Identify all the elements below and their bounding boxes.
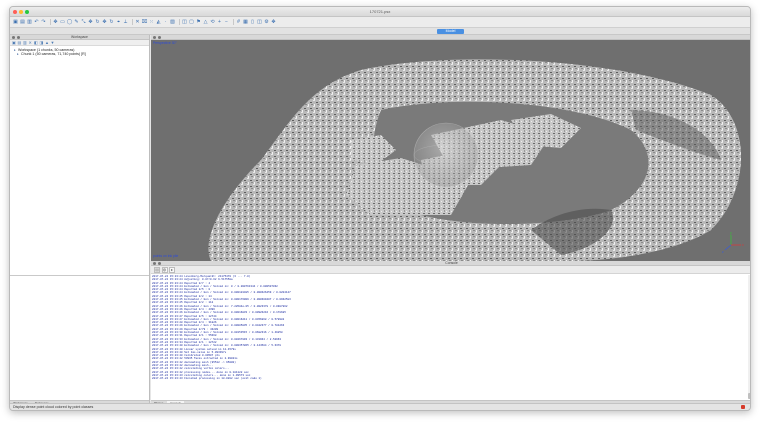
resize-region-icon[interactable]: ⤡ — [81, 19, 86, 25]
tree-item-label: Chunk 1 (50 cameras, 71,740 points) [R] — [21, 52, 86, 56]
open-icon[interactable]: ▤ — [20, 19, 25, 25]
zoom-out-icon[interactable]: − — [224, 19, 229, 25]
ruler-icon[interactable]: ⟂ — [123, 19, 128, 25]
points-label: points on ink pile — [153, 254, 179, 258]
toolbar-separator — [233, 19, 234, 25]
float-pane-icon[interactable] — [158, 36, 161, 39]
workspace-title: Workspace — [71, 35, 88, 39]
main-toolbar: ▣ ▤ ▥ ↶ ↷ ✥ ▭ ◯ ✎ ⤡ ✥ ↻ ✥ ↻ ⌖ ⟂ ✕ ⌧ ⁙ ◭ · ▧ ◫ ▢ ⚑ △ ⟲ + − # ▦ ▯ ◫ ⚙ ✥ — [10, 17, 750, 28]
new-project-icon[interactable]: ▣ — [13, 19, 18, 25]
add-folder-icon[interactable]: ▥ — [23, 40, 27, 45]
move-down-icon[interactable]: ▼ — [51, 40, 55, 45]
perspective-label: Perspective 30° — [153, 41, 177, 45]
rotate-region-icon[interactable]: ↻ — [95, 19, 100, 25]
settings-icon[interactable]: ⚙ — [264, 19, 269, 25]
app-window: 170721.psx ▣ ▤ ▥ ↶ ↷ ✥ ▭ ◯ ✎ ⤡ ✥ ↻ ✥ ↻ ⌖ ⟂ ✕ ⌧ ⁙ ◭ · ▧ ◫ ▢ ⚑ △ ⟲ + −… — [9, 6, 751, 411]
console-title: Console — [445, 261, 458, 265]
textured-model-icon[interactable]: ▧ — [170, 19, 175, 25]
undo-icon[interactable]: ↶ — [34, 19, 39, 25]
move-camera-icon[interactable]: ⌖ — [116, 19, 121, 25]
toolbar-separator — [50, 19, 51, 25]
move-icon[interactable]: ✥ — [271, 19, 276, 25]
window-title: 170721.psx — [369, 9, 391, 14]
save-log-button[interactable]: ▤ — [154, 266, 160, 273]
close-pane-icon[interactable] — [153, 262, 156, 265]
run-script-button[interactable]: ▸ — [169, 266, 175, 273]
status-indicator-icon — [741, 405, 745, 409]
region-sphere[interactable] — [413, 122, 479, 188]
status-text: Display dense point cloud colored by poi… — [13, 405, 94, 409]
disable-icon[interactable]: ◨ — [40, 40, 44, 45]
add-photos-icon[interactable]: ▤ — [18, 40, 22, 45]
tree-item-chunk[interactable]: ▸ Chunk 1 (50 cameras, 71,740 points) [R] — [17, 52, 86, 56]
axis-y-label: y — [730, 231, 732, 235]
title-bar: 170721.psx — [10, 7, 750, 17]
workspace-pane: Workspace ▣ ▤ ▥ ✕ ◧ ◨ ▲ ▼ ▸ Workspace (1 … — [10, 35, 150, 405]
view-tab-bar: Model — [10, 28, 750, 35]
show-region-icon[interactable]: ▢ — [189, 19, 194, 25]
status-bar: Display dense point cloud colored by poi… — [10, 403, 750, 410]
save-icon[interactable]: ▥ — [27, 19, 32, 25]
console-scroll-thumb[interactable] — [748, 393, 750, 399]
remove-item-icon[interactable]: ✕ — [29, 40, 33, 45]
add-chunk-icon[interactable]: ▣ — [12, 40, 16, 45]
point-cloud-icon[interactable]: · — [163, 19, 168, 25]
move-region-icon[interactable]: ✥ — [88, 19, 93, 25]
grid-icon[interactable]: # — [236, 19, 241, 25]
console-scrollbar[interactable] — [748, 275, 750, 399]
float-pane-icon[interactable] — [158, 262, 161, 265]
float-pane-icon[interactable] — [17, 36, 20, 39]
move-up-icon[interactable]: ▲ — [45, 40, 49, 45]
point-cloud-render[interactable]: y x z — [151, 40, 751, 261]
rotate-object-icon[interactable]: ↻ — [109, 19, 114, 25]
model-pane: y x z Perspective 30° points on ink pile — [151, 35, 751, 261]
orthographic-icon[interactable]: ▯ — [250, 19, 255, 25]
bounding-box-icon[interactable]: ▦ — [243, 19, 248, 25]
enable-icon[interactable]: ◧ — [34, 40, 38, 45]
console-pane: Console ▤ ◍ ▸ 2017-07-24 15:23:24 Levenb… — [151, 261, 750, 405]
move-object-icon[interactable]: ✥ — [102, 19, 107, 25]
show-markers-icon[interactable]: ⚑ — [196, 19, 201, 25]
split-view-icon[interactable]: ◫ — [257, 19, 262, 25]
reset-view-icon[interactable]: ⟲ — [210, 19, 215, 25]
dense-cloud-icon[interactable]: ⁙ — [149, 19, 154, 25]
axis-x-label: x — [742, 243, 744, 247]
workspace-toolbar: ▣ ▤ ▥ ✕ ◧ ◨ ▲ ▼ — [10, 40, 149, 46]
show-shapes-icon[interactable]: △ — [203, 19, 208, 25]
free-form-selection-icon[interactable]: ✎ — [74, 19, 79, 25]
console-log[interactable]: 2017-07-24 15:23:24 Levenberg-Marquardt:… — [152, 275, 746, 399]
toolbar-separator — [132, 19, 133, 25]
rectangle-selection-icon[interactable]: ▭ — [60, 19, 65, 25]
zoom-in-icon[interactable]: + — [217, 19, 222, 25]
delete-selection-icon[interactable]: ✕ — [135, 19, 140, 25]
toolbar-separator — [179, 19, 180, 25]
mesh-icon[interactable]: ◭ — [156, 19, 161, 25]
close-pane-icon[interactable] — [12, 36, 15, 39]
crop-selection-icon[interactable]: ⌧ — [142, 19, 148, 25]
workspace-bottom-panel — [10, 275, 149, 405]
model-viewport[interactable]: y x z Perspective 30° points on ink pile — [151, 40, 751, 261]
navigation-icon[interactable]: ✥ — [53, 19, 58, 25]
console-toolbar: ▤ ◍ ▸ — [151, 266, 750, 274]
clear-log-button[interactable]: ◍ — [161, 266, 168, 273]
circle-selection-icon[interactable]: ◯ — [67, 19, 73, 25]
log-line: 2017-07-24 15:23:43 Finished processing … — [152, 377, 262, 381]
show-cameras-icon[interactable]: ◫ — [182, 19, 187, 25]
axis-z-label: z — [722, 250, 724, 254]
redo-icon[interactable]: ↷ — [41, 19, 46, 25]
tab-model[interactable]: Model — [437, 29, 464, 34]
close-pane-icon[interactable] — [153, 36, 156, 39]
